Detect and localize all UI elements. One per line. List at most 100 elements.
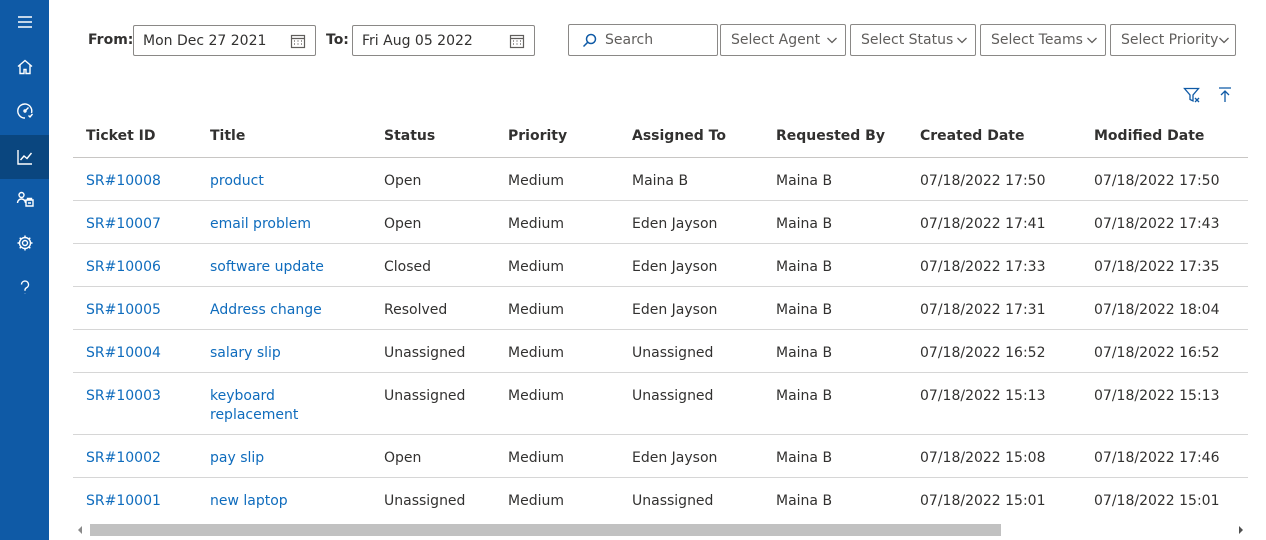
ticket-requested-by: Maina B [776, 216, 833, 232]
sidebar-item-agents[interactable] [0, 177, 49, 221]
ticket-created-date: 07/18/2022 15:08 [920, 450, 1046, 466]
sidebar-item-dashboard[interactable] [0, 89, 49, 133]
column-header-priority[interactable]: Priority [508, 128, 567, 144]
ticket-id-link[interactable]: SR#10004 [86, 344, 161, 363]
column-header-requested-by[interactable]: Requested By [776, 128, 885, 144]
ticket-modified-date: 07/18/2022 18:04 [1094, 302, 1220, 318]
ticket-priority: Medium [508, 302, 564, 318]
ticket-modified-date: 07/18/2022 15:13 [1094, 388, 1220, 404]
search-input[interactable]: Search [568, 24, 718, 56]
ticket-modified-date: 07/18/2022 15:01 [1094, 493, 1220, 509]
ticket-status: Unassigned [384, 493, 466, 509]
ticket-id-link[interactable]: SR#10002 [86, 449, 161, 468]
status-select-value: Select Status [861, 32, 954, 48]
column-header-status[interactable]: Status [384, 128, 435, 144]
chevron-down-icon [1087, 37, 1097, 44]
ticket-title-link[interactable]: keyboard replacement [210, 387, 310, 425]
ticket-title-link[interactable]: product [210, 172, 264, 191]
sidebar-item-help[interactable] [0, 265, 49, 309]
ticket-requested-by: Maina B [776, 173, 833, 189]
ticket-priority: Medium [508, 493, 564, 509]
ticket-created-date: 07/18/2022 16:52 [920, 345, 1046, 361]
settings-icon [17, 235, 32, 251]
table-row: SR#10001 new laptop Unassigned Medium Un… [73, 478, 1248, 521]
menu-button[interactable] [0, 0, 49, 44]
sidebar-item-settings[interactable] [0, 221, 49, 265]
ticket-title-link[interactable]: pay slip [210, 449, 264, 468]
ticket-title-link[interactable]: software update [210, 258, 324, 277]
to-date-picker[interactable]: Fri Aug 05 2022 [352, 25, 535, 56]
ticket-title-link[interactable]: salary slip [210, 344, 281, 363]
from-date-value: Mon Dec 27 2021 [143, 32, 267, 49]
home-icon [17, 59, 32, 75]
ticket-priority: Medium [508, 173, 564, 189]
status-select[interactable]: Select Status [850, 24, 976, 56]
horizontal-scrollbar[interactable] [73, 521, 1248, 540]
ticket-modified-date: 07/18/2022 16:52 [1094, 345, 1220, 361]
ticket-requested-by: Maina B [776, 493, 833, 509]
table-row: SR#10005 Address change Resolved Medium … [73, 287, 1248, 330]
ticket-created-date: 07/18/2022 17:31 [920, 302, 1046, 318]
ticket-priority: Medium [508, 216, 564, 232]
scroll-right-arrow[interactable] [1239, 526, 1243, 534]
clear-filter-button[interactable] [1182, 85, 1202, 105]
filter-clear-icon [1183, 87, 1200, 103]
tickets-table: Ticket ID Title Status Priority Assigned… [73, 115, 1248, 521]
scroll-left-arrow[interactable] [78, 526, 82, 534]
priority-select[interactable]: Select Priority [1110, 24, 1236, 56]
ticket-id-link[interactable]: SR#10007 [86, 215, 161, 234]
ticket-priority: Medium [508, 388, 564, 404]
ticket-status: Resolved [384, 302, 448, 318]
ticket-status: Open [384, 173, 422, 189]
ticket-assigned-to: Eden Jayson [632, 259, 718, 275]
scroll-top-button[interactable] [1215, 85, 1235, 105]
teams-select-value: Select Teams [991, 32, 1083, 48]
ticket-priority: Medium [508, 450, 564, 466]
search-icon [582, 33, 597, 47]
priority-select-value: Select Priority [1121, 32, 1219, 48]
ticket-requested-by: Maina B [776, 302, 833, 318]
teams-select[interactable]: Select Teams [980, 24, 1106, 56]
agent-select-value: Select Agent [731, 32, 821, 48]
ticket-created-date: 07/18/2022 15:13 [920, 388, 1046, 404]
ticket-id-link[interactable]: SR#10001 [86, 492, 161, 511]
table-row: SR#10008 product Open Medium Maina B Mai… [73, 158, 1248, 201]
ticket-assigned-to: Eden Jayson [632, 450, 718, 466]
ticket-assigned-to: Unassigned [632, 388, 714, 404]
ticket-requested-by: Maina B [776, 388, 833, 404]
ticket-status: Unassigned [384, 388, 466, 404]
column-header-created-date[interactable]: Created Date [920, 128, 1024, 144]
column-header-assigned-to[interactable]: Assigned To [632, 128, 726, 144]
column-header-modified-date[interactable]: Modified Date [1094, 128, 1204, 144]
ticket-requested-by: Maina B [776, 450, 833, 466]
help-icon [20, 280, 29, 294]
ticket-title-link[interactable]: email problem [210, 215, 311, 234]
ticket-modified-date: 07/18/2022 17:35 [1094, 259, 1220, 275]
column-header-title[interactable]: Title [210, 128, 245, 144]
to-label: To: [326, 32, 349, 48]
ticket-title-link[interactable]: new laptop [210, 492, 288, 511]
analytics-icon [16, 150, 32, 165]
from-label: From: [88, 32, 134, 48]
column-header-ticket-id[interactable]: Ticket ID [86, 128, 155, 144]
ticket-id-link[interactable]: SR#10005 [86, 301, 161, 320]
scrollbar-thumb[interactable] [90, 524, 1001, 536]
sidebar-item-home[interactable] [0, 45, 49, 89]
ticket-id-link[interactable]: SR#10006 [86, 258, 161, 277]
agent-select[interactable]: Select Agent [720, 24, 846, 56]
sidebar-item-analytics[interactable] [0, 135, 49, 179]
sidebar [0, 0, 49, 540]
agents-icon [16, 191, 34, 207]
ticket-id-link[interactable]: SR#10003 [86, 387, 161, 406]
ticket-status: Unassigned [384, 345, 466, 361]
arrow-up-to-line-icon [1219, 87, 1231, 102]
from-date-picker[interactable]: Mon Dec 27 2021 [133, 25, 316, 56]
ticket-assigned-to: Eden Jayson [632, 302, 718, 318]
ticket-title-link[interactable]: Address change [210, 301, 322, 320]
ticket-assigned-to: Unassigned [632, 493, 714, 509]
ticket-modified-date: 07/18/2022 17:46 [1094, 450, 1220, 466]
chevron-down-icon [1219, 37, 1230, 44]
dashboard-icon [16, 103, 33, 119]
ticket-status: Closed [384, 259, 432, 275]
ticket-id-link[interactable]: SR#10008 [86, 172, 161, 191]
